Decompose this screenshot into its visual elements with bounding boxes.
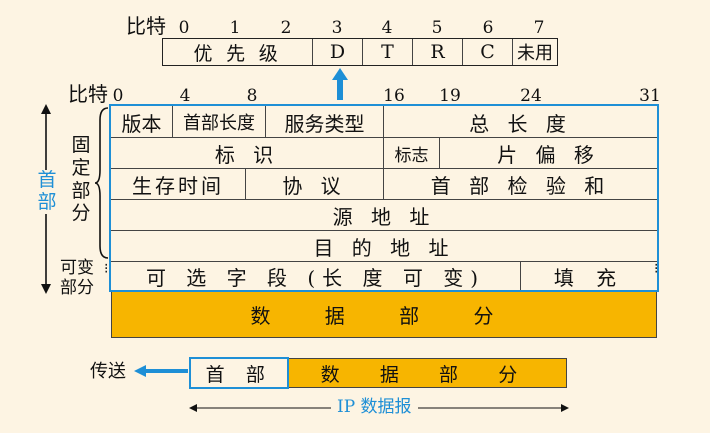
fixed-char: 固 <box>71 134 91 156</box>
up-arrow-icon <box>332 68 348 100</box>
ip-datagram-label: IP 数据报 <box>331 399 418 416</box>
fixed-part-label: 固 定 部 分 <box>70 134 92 225</box>
header-char: 首 <box>37 169 57 191</box>
header-char: 部 <box>37 190 57 213</box>
tos-tick: 2 <box>280 18 292 38</box>
tos-byte-box: 优 先 级 D T R C 未用 <box>162 38 558 66</box>
variable-line: 部分 <box>60 278 94 299</box>
header-bit-label: 比特 <box>68 82 108 106</box>
header-tick: 0 <box>112 86 124 106</box>
tos-field-c: C <box>480 41 495 63</box>
header-outline <box>109 104 659 292</box>
header-vertical-label: 首 部 <box>36 169 58 214</box>
tos-tick: 4 <box>381 18 393 38</box>
tos-tick: 3 <box>331 18 343 38</box>
datagram-header: 首 部 <box>189 357 289 389</box>
fixed-char: 定 <box>71 156 91 179</box>
header-tick: 31 <box>639 86 661 106</box>
tos-tick: 6 <box>482 18 494 38</box>
tos-tick: 0 <box>178 18 190 38</box>
fixed-char: 部 <box>71 179 91 202</box>
header-tick: 4 <box>179 86 191 106</box>
send-arrow-icon <box>134 365 188 377</box>
header-tick: 16 <box>383 86 405 106</box>
tos-bit-label: 比特 <box>126 14 166 38</box>
datagram-data: 数 据 部 分 <box>289 358 567 388</box>
variable-line: 可变 <box>60 258 94 278</box>
variable-part-label: 可变 部分 <box>60 258 94 299</box>
data-part: 数 据 部 分 <box>111 292 657 338</box>
header-tick: 19 <box>439 86 461 106</box>
continuation-mark: ⁝ <box>104 261 109 277</box>
send-label: 传送 <box>90 361 126 382</box>
tos-field-priority: 优 先 级 <box>193 42 282 65</box>
header-tick: 8 <box>246 86 258 106</box>
tos-field-unused: 未用 <box>517 43 553 64</box>
fixed-part-brace-icon <box>94 107 109 259</box>
tos-field-d: D <box>329 41 346 63</box>
tos-tick: 1 <box>229 18 241 38</box>
fixed-char: 分 <box>71 202 91 225</box>
tos-tick: 5 <box>431 18 443 38</box>
tos-tick: 7 <box>533 18 545 38</box>
header-tick: 24 <box>520 86 542 106</box>
tos-field-r: R <box>430 41 445 63</box>
tos-field-t: T <box>381 41 394 63</box>
